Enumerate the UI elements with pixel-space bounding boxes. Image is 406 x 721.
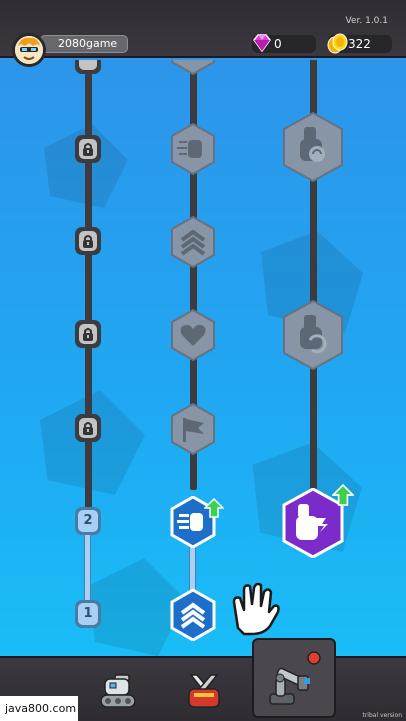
tutorial-hand-icon: [232, 582, 280, 636]
level-number: 1: [78, 603, 98, 625]
crossed-swords-icon: [187, 673, 221, 708]
flag-skill-locked[interactable]: [170, 403, 216, 455]
skill-node-locked[interactable]: [170, 60, 216, 78]
upgrade-arrow-icon: [204, 498, 224, 518]
gem-count: 0: [274, 37, 282, 51]
lock-icon: [83, 422, 93, 435]
corner-tag: tribal version: [362, 712, 402, 719]
tank-icon: [100, 673, 136, 708]
upgrade-arrow-icon: [332, 484, 354, 506]
level-number: 2: [78, 510, 98, 532]
rank-skill-locked[interactable]: [170, 216, 216, 268]
level-node-locked[interactable]: [75, 320, 101, 348]
username-label: 2080game: [58, 37, 118, 50]
lock-icon: [83, 235, 93, 248]
left-track-locked: [85, 60, 92, 518]
version-label: Ver. 1.0.1: [345, 16, 389, 26]
heart-skill-locked[interactable]: [170, 309, 216, 361]
level-node-locked[interactable]: [75, 60, 101, 74]
username-pill[interactable]: 2080game: [40, 35, 128, 53]
punch-skill-locked[interactable]: [170, 123, 216, 175]
level-node-2[interactable]: 2: [75, 507, 101, 535]
level-node-locked[interactable]: [75, 227, 101, 255]
level-node-locked[interactable]: [75, 414, 101, 442]
coin-stack-icon: [327, 33, 348, 54]
gem-counter[interactable]: 0: [252, 34, 316, 53]
level-node-locked[interactable]: [75, 135, 101, 163]
level-node-1[interactable]: 1: [75, 600, 101, 628]
gem-icon: [253, 34, 271, 53]
watermark-label: java800.com: [0, 696, 78, 721]
skill-tree-map[interactable]: 2 1: [0, 60, 406, 656]
robot-arm-icon: [269, 651, 321, 705]
fist-recoil-skill-locked[interactable]: [282, 300, 344, 370]
player-avatar[interactable]: [12, 33, 46, 67]
top-bar: Ver. 1.0.1 2080game 0 322: [0, 0, 406, 58]
lock-icon: [83, 328, 93, 341]
player-face-icon: [15, 36, 43, 64]
weapons-tab[interactable]: [164, 658, 244, 721]
robot-arm-tab[interactable]: [252, 638, 336, 718]
coin-count: 322: [348, 37, 371, 51]
rank-skill-unlocked[interactable]: [170, 589, 216, 641]
fist-skill-locked[interactable]: [282, 112, 344, 182]
tank-tab[interactable]: [78, 658, 158, 721]
lock-icon: [83, 143, 93, 156]
coin-counter[interactable]: 322: [327, 33, 392, 54]
